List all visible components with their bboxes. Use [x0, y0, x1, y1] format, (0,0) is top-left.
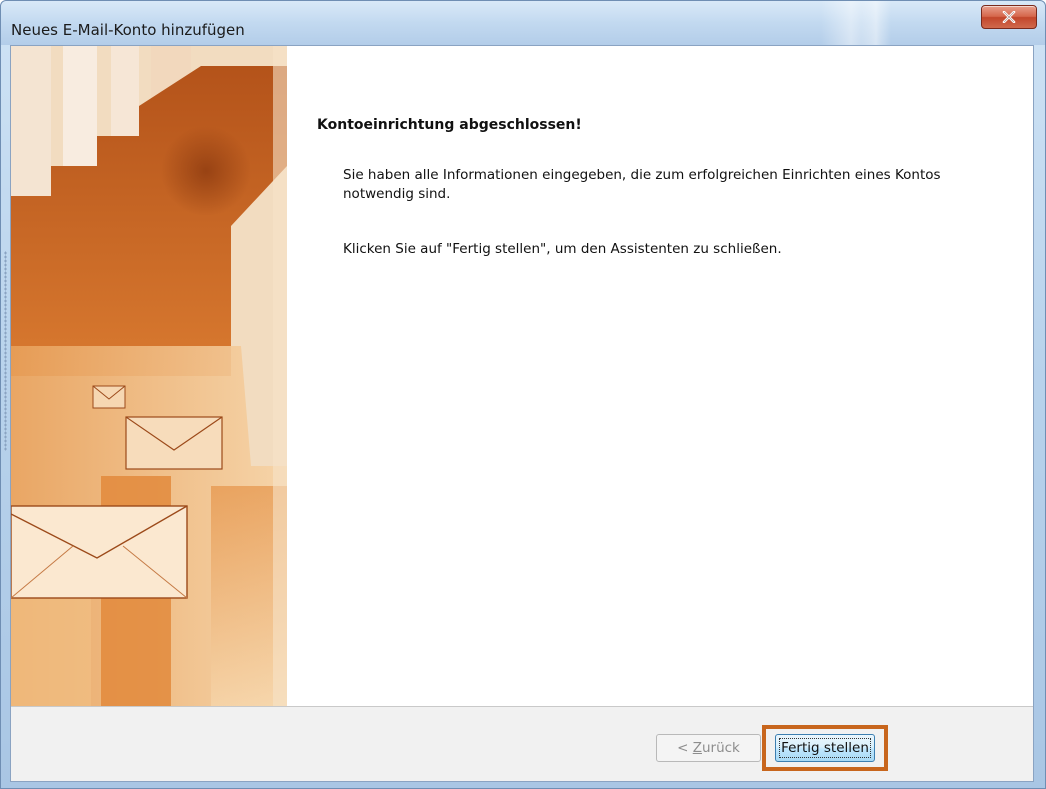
info-paragraph: Sie haben alle Informationen eingegeben,…	[343, 167, 941, 202]
finish-button-label: Fertig stellen	[781, 740, 869, 756]
back-button[interactable]: < Zurück	[656, 734, 761, 762]
close-icon	[1002, 11, 1016, 23]
envelope-banner-illustration	[11, 46, 287, 706]
back-button-mnemonic: Z	[692, 740, 702, 756]
title-glass-streak	[861, 1, 891, 45]
close-button[interactable]	[981, 5, 1037, 29]
back-button-label: urück	[701, 740, 740, 756]
window-title: Neues E-Mail-Konto hinzufügen	[11, 21, 245, 39]
envelope-small-icon	[92, 385, 126, 409]
wizard-content-panel: Kontoeinrichtung abgeschlossen! Sie habe…	[287, 46, 1033, 706]
wizard-window: Neues E-Mail-Konto hinzufügen Kontoeinri…	[0, 0, 1046, 789]
finish-button[interactable]: Fertig stellen	[775, 734, 875, 762]
page-heading: Kontoeinrichtung abgeschlossen!	[317, 117, 582, 133]
window-edge-dots	[4, 251, 7, 451]
wizard-client-area: Kontoeinrichtung abgeschlossen! Sie habe…	[10, 45, 1034, 782]
envelope-large-icon	[11, 505, 188, 599]
title-bar[interactable]: Neues E-Mail-Konto hinzufügen	[1, 1, 1045, 45]
back-button-prefix: <	[677, 740, 693, 756]
envelope-medium-icon	[125, 416, 223, 470]
wizard-footer: < Zurück Fertig stellen	[11, 706, 1033, 781]
instruction-paragraph: Klicken Sie auf "Fertig stellen", um den…	[343, 241, 782, 257]
side-banner-image	[11, 46, 287, 706]
